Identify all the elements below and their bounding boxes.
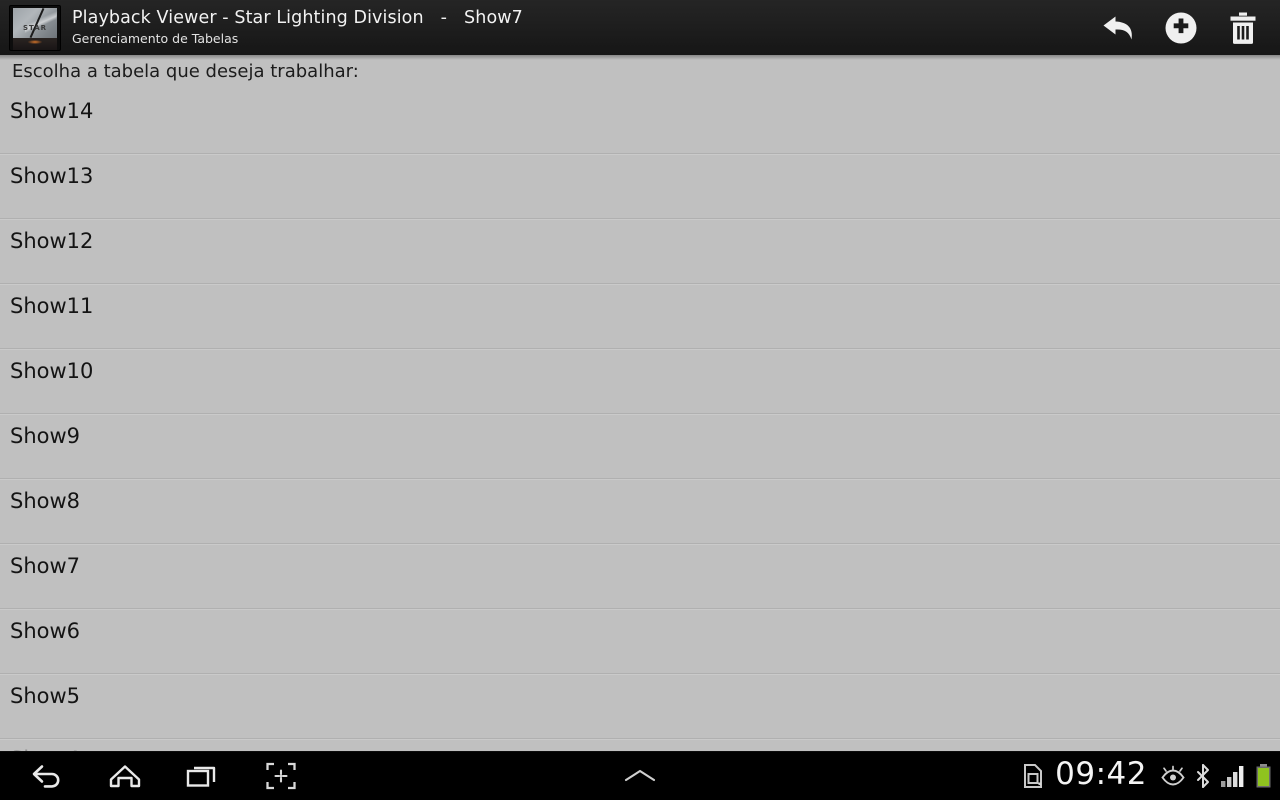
sim-card-alert-icon[interactable] (1022, 763, 1044, 789)
logo-caption: STAR (22, 23, 48, 32)
table-list-item-label: Show12 (10, 229, 94, 253)
status-icons: 09:42 (1022, 751, 1272, 800)
table-list-item[interactable]: Show11 (0, 284, 1280, 350)
table-list-item-label: Show9 (10, 424, 81, 448)
table-list-item[interactable]: Show8 (0, 479, 1280, 545)
system-navigation-bar: 09:42 (0, 751, 1280, 800)
table-list-item[interactable]: Show7 (0, 544, 1280, 610)
table-list-item-label: Show13 (10, 164, 94, 188)
back-arrow-icon (1102, 13, 1136, 43)
back-icon (30, 762, 64, 790)
nav-back-button[interactable] (8, 751, 86, 800)
delete-button[interactable] (1212, 0, 1274, 55)
app-logo-star-lighting: STAR (9, 4, 61, 51)
battery-full-icon[interactable] (1255, 763, 1272, 789)
table-list-item[interactable]: Show13 (0, 154, 1280, 220)
table-list-item-label: Show5 (10, 684, 81, 708)
table-list-item[interactable]: Show4 (0, 739, 1280, 751)
nav-recents-button[interactable] (164, 751, 242, 800)
table-list-item-label: Show11 (10, 294, 94, 318)
table-list-item-label: Show8 (10, 489, 81, 513)
recent-apps-icon (185, 762, 221, 790)
list-prompt: Escolha a tabela que deseja trabalhar: (12, 61, 359, 82)
eye-icon[interactable] (1160, 765, 1186, 787)
bluetooth-icon[interactable] (1195, 763, 1211, 789)
nav-buttons (8, 751, 320, 800)
table-list-item-label: Show14 (10, 99, 94, 123)
signal-bars-icon[interactable] (1220, 764, 1246, 788)
table-list-item[interactable]: Show14 (0, 89, 1280, 155)
undo-button[interactable] (1088, 0, 1150, 55)
nav-screenshot-button[interactable] (242, 751, 320, 800)
status-clock: 09:42 (1055, 755, 1147, 792)
action-bar: STAR Playback Viewer - Star Lighting Div… (0, 0, 1280, 55)
table-list-item-label: Show7 (10, 554, 81, 578)
table-list-item[interactable]: Show9 (0, 414, 1280, 480)
table-chooser-panel: Escolha a tabela que deseja trabalhar: S… (0, 55, 1280, 751)
table-list-item[interactable]: Show5 (0, 674, 1280, 740)
logo-glow (28, 39, 42, 44)
plus-circle-icon (1164, 11, 1198, 45)
action-bar-buttons (1088, 0, 1280, 55)
screen-capture-icon (265, 761, 297, 791)
add-button[interactable] (1150, 0, 1212, 55)
title-block: Playback Viewer - Star Lighting Division… (72, 8, 523, 46)
table-list-item[interactable]: Show10 (0, 349, 1280, 415)
trash-icon (1228, 11, 1258, 45)
table-list-item-label: Show6 (10, 619, 81, 643)
home-icon (107, 762, 143, 790)
table-list-item[interactable]: Show12 (0, 219, 1280, 285)
table-list-item-label: Show10 (10, 359, 94, 383)
table-list[interactable]: Show14 Show13 Show12 Show11 Show10 Show9 Show8… (0, 89, 1280, 751)
table-list-item[interactable]: Show6 (0, 609, 1280, 675)
app-subtitle: Gerenciamento de Tabelas (72, 30, 239, 46)
android-tablet-screen: STAR Playback Viewer - Star Lighting Div… (0, 0, 1280, 800)
app-title: Playback Viewer - Star Lighting Division… (72, 8, 523, 28)
nav-home-button[interactable] (86, 751, 164, 800)
chevron-up-icon (618, 765, 662, 787)
nav-expand-button[interactable] (601, 751, 679, 800)
